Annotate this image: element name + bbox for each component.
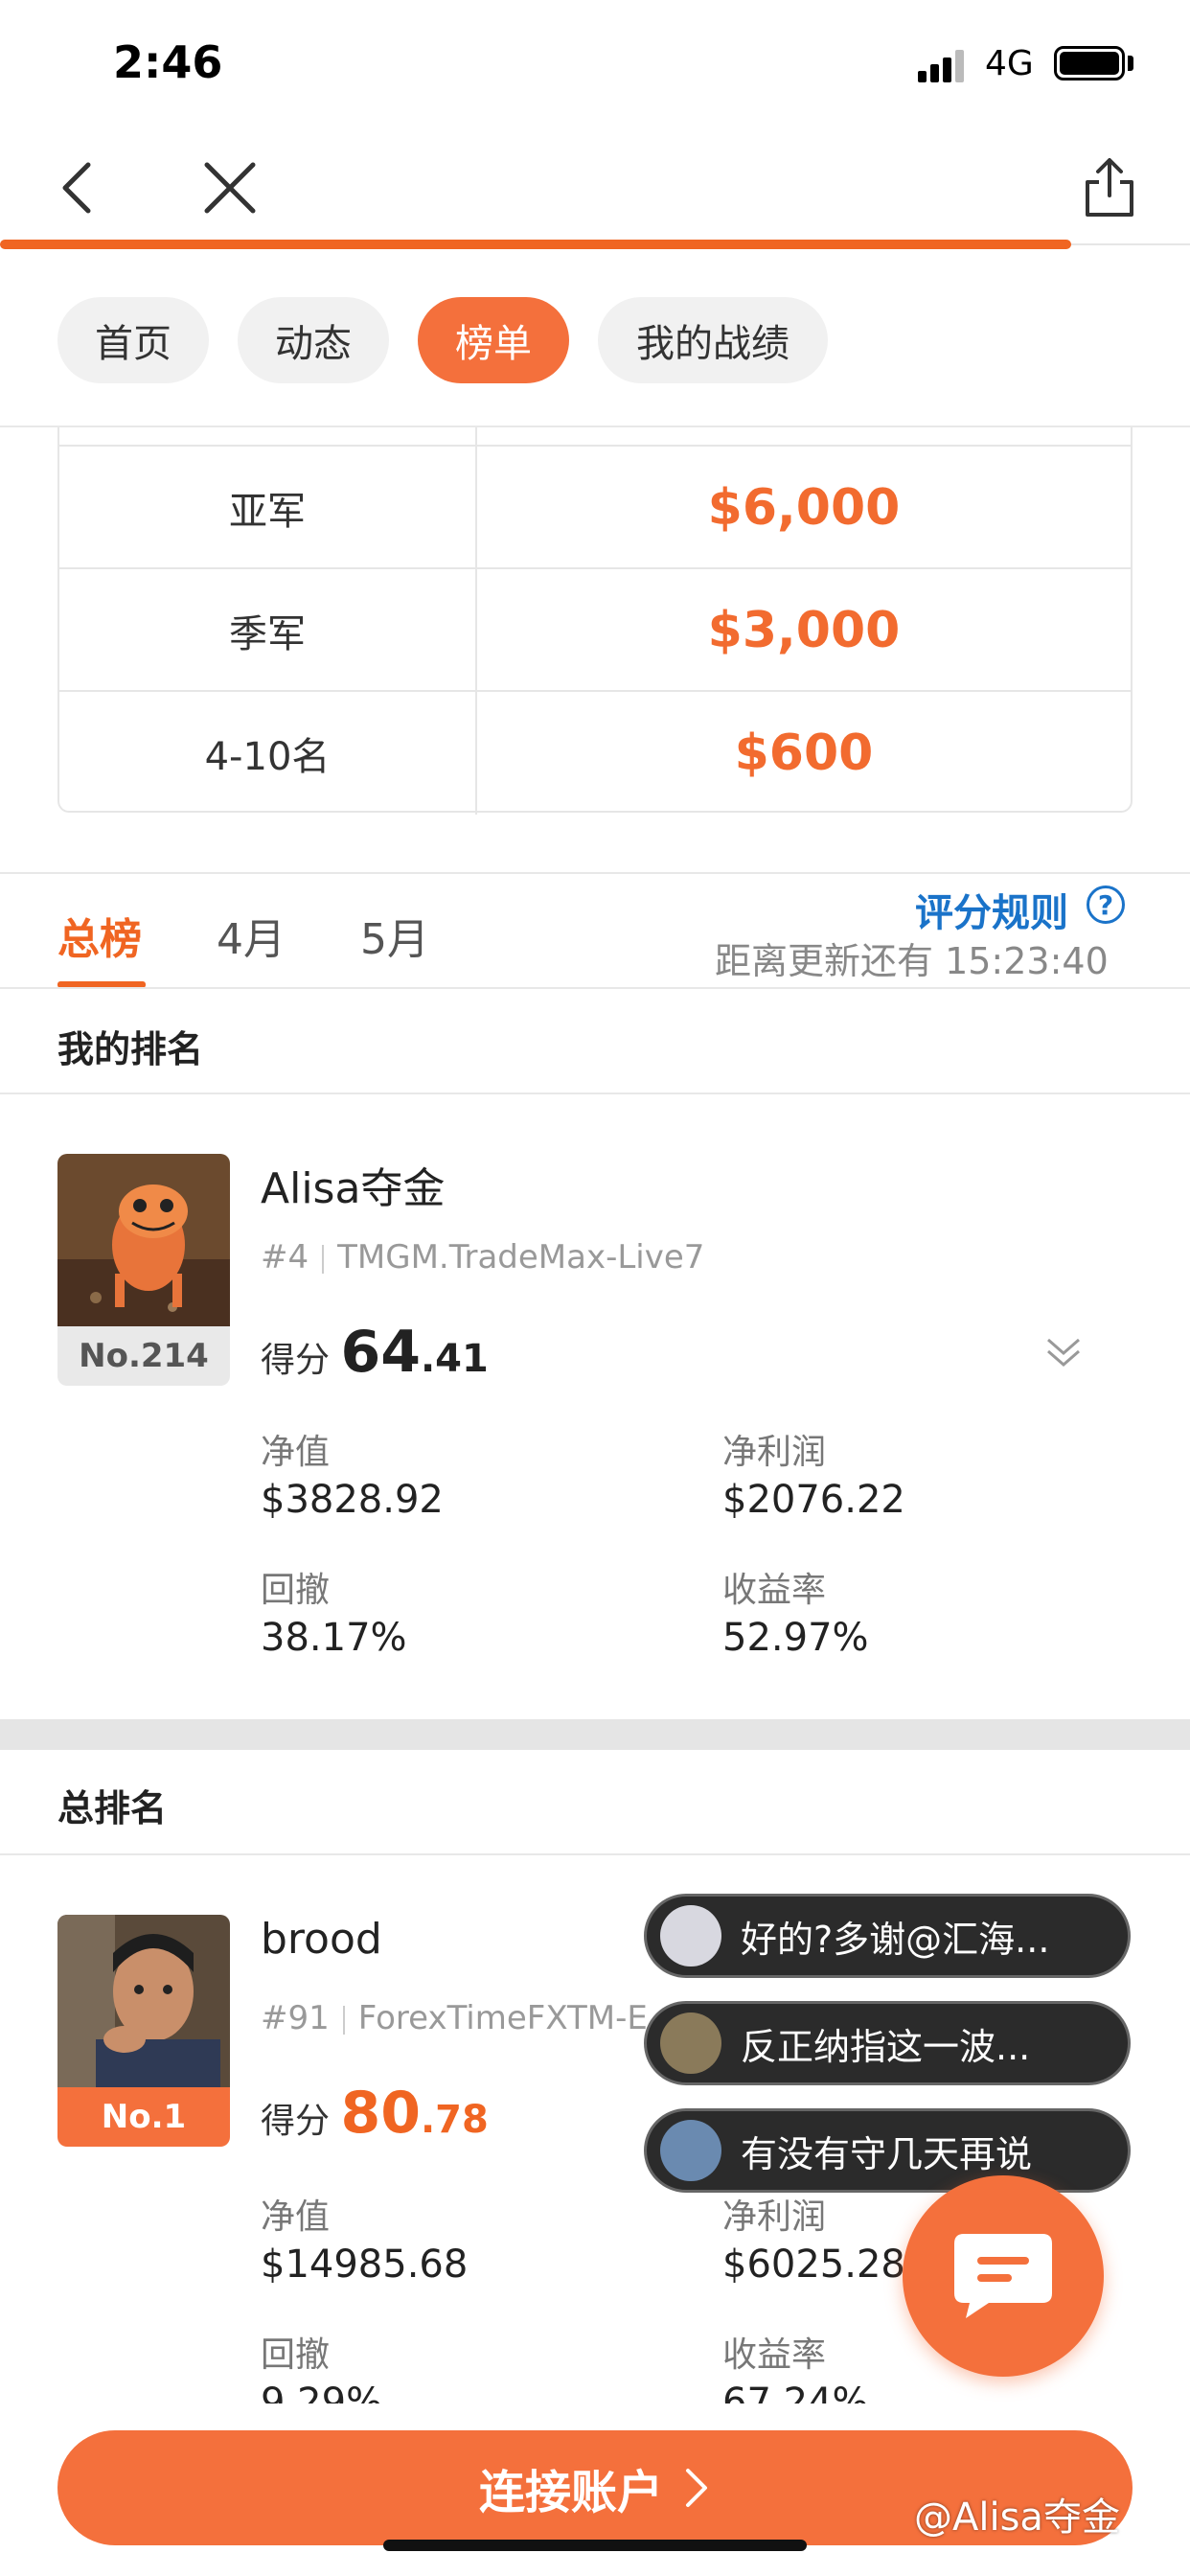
chat-bubble-text: 好的?多谢@汇海... <box>741 1918 1050 1961</box>
chat-bubble-text: 有没有守几天再说 <box>741 2132 1033 2175</box>
stat-label: 净利润 <box>722 1433 827 1472</box>
chat-bubble[interactable]: 好的?多谢@汇海... <box>644 1894 1131 1978</box>
chevron-down-icon[interactable] <box>1044 1336 1083 1368</box>
user-rank-hash: #91 <box>261 1999 330 2037</box>
chevron-left-icon <box>62 162 91 214</box>
score-integer: 64 <box>340 1319 421 1386</box>
user-subline: #4 TMGM.TradeMax-Live7 <box>261 1238 704 1276</box>
stat-label: 收益率 <box>722 2335 827 2375</box>
chat-bubble[interactable]: 反正纳指这一波... <box>644 2001 1131 2085</box>
overall-rank-title: 总排名 <box>57 1787 168 1829</box>
rank-badge: No.214 <box>57 1326 230 1386</box>
prize-place: 亚军 <box>59 447 477 569</box>
stat-label: 收益率 <box>722 1571 827 1610</box>
score-decimal: .41 <box>420 1337 489 1381</box>
account-server: TMGM.TradeMax-Live7 <box>337 1238 705 1276</box>
network-label: 4G <box>985 44 1034 83</box>
tab-overall[interactable]: 总榜 <box>57 905 142 966</box>
share-icon <box>1086 158 1133 217</box>
stat-value: $3828.92 <box>261 1478 444 1522</box>
prize-row: 4-10名 $600 <box>59 690 1131 815</box>
stat-value: 38.17% <box>261 1616 407 1660</box>
status-time: 2:46 <box>113 36 223 88</box>
back-button[interactable] <box>38 150 115 226</box>
prize-place: 4-10名 <box>59 692 477 815</box>
chat-avatar <box>660 2012 721 2074</box>
prize-amount: $6,000 <box>707 479 901 537</box>
stat-label: 回撤 <box>261 2335 331 2375</box>
battery-icon <box>1054 46 1125 80</box>
stat-label: 净利润 <box>722 2197 827 2237</box>
prize-row: 季军 $3,000 <box>59 567 1131 692</box>
score-decimal: .78 <box>420 2098 489 2142</box>
tab-my-record[interactable]: 我的战绩 <box>598 297 828 383</box>
page-load-progress <box>0 240 1071 249</box>
chat-avatar <box>660 1905 721 1966</box>
user-rank-hash: #4 <box>261 1238 309 1276</box>
chat-bubble[interactable]: 有没有守几天再说 <box>644 2108 1131 2193</box>
close-icon <box>204 162 256 214</box>
battery-tip <box>1128 56 1133 71</box>
chevron-right-icon <box>686 2469 707 2507</box>
stat-label: 净值 <box>261 1433 331 1472</box>
section-separator <box>0 1719 1190 1750</box>
stat-value: $6025.28 <box>722 2242 905 2287</box>
score-label: 得分 <box>261 2102 331 2141</box>
tab-april[interactable]: 4月 <box>217 905 286 966</box>
account-server: ForexTimeFXTM-E <box>357 1999 648 2037</box>
score-line: 得分 64.41 <box>261 1319 489 1386</box>
stat-label: 回撤 <box>261 1571 331 1610</box>
avatar[interactable] <box>57 1915 230 2087</box>
prize-row: 亚军 $6,000 <box>59 445 1131 569</box>
score-integer: 80 <box>340 2080 421 2147</box>
tab-home[interactable]: 首页 <box>57 297 209 383</box>
stat-value: $2076.22 <box>722 1478 905 1522</box>
watermark: @Alisa夺金 <box>914 2496 1120 2540</box>
tab-may[interactable]: 5月 <box>360 905 429 966</box>
section-divider <box>0 1092 1190 1094</box>
chat-icon <box>954 2234 1052 2318</box>
avatar[interactable] <box>57 1154 230 1326</box>
stat-value: 52.97% <box>722 1616 869 1660</box>
user-subline: #91 ForexTimeFXTM-E <box>261 1999 648 2037</box>
subtabs-divider <box>0 987 1190 989</box>
tab-activity[interactable]: 动态 <box>238 297 389 383</box>
scoring-rules-link[interactable]: 评分规则 <box>915 882 1068 937</box>
home-indicator <box>383 2540 807 2551</box>
signal-icon <box>918 50 964 82</box>
prize-place: 季军 <box>59 569 477 692</box>
tab-leaderboard[interactable]: 榜单 <box>418 297 569 383</box>
user-name[interactable]: Alisa夺金 <box>261 1154 445 1215</box>
chat-button[interactable] <box>903 2175 1104 2377</box>
help-icon[interactable]: ? <box>1087 886 1125 924</box>
user-name[interactable]: brood <box>261 1915 382 1964</box>
connect-account-label: 连接账户 <box>478 2466 663 2519</box>
section-divider <box>0 1853 1190 1855</box>
prize-amount: $3,000 <box>707 602 901 659</box>
score-line: 得分 80.78 <box>261 2080 489 2147</box>
update-countdown: 距离更新还有 15:23:40 <box>715 940 1109 982</box>
chat-bubble-text: 反正纳指这一波... <box>741 2025 1031 2068</box>
my-rank-title: 我的排名 <box>57 1028 204 1070</box>
close-button[interactable] <box>192 150 268 226</box>
prize-table: 亚军 $6,000 季军 $3,000 4-10名 $600 <box>57 427 1133 815</box>
stat-label: 净值 <box>261 2197 331 2237</box>
prize-amount: $600 <box>734 724 874 782</box>
share-button[interactable] <box>1071 150 1148 226</box>
section-divider <box>0 872 1190 874</box>
score-label: 得分 <box>261 1341 331 1380</box>
stat-value: $14985.68 <box>261 2242 469 2287</box>
rank-badge: No.1 <box>57 2087 230 2147</box>
chat-avatar <box>660 2120 721 2181</box>
